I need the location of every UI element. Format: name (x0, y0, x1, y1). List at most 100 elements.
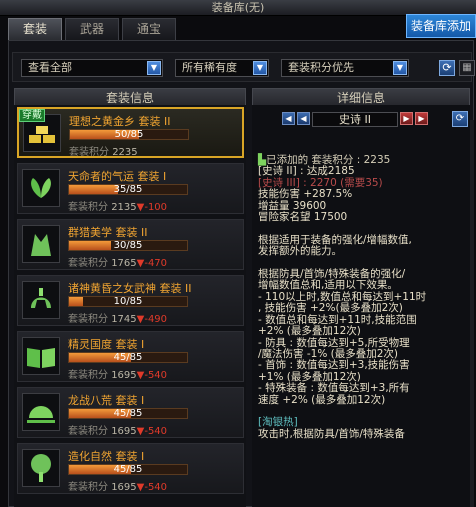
score-label: 套装积分 (68, 370, 108, 381)
set-score: 套装积分 1695▼-540 (68, 478, 167, 493)
tab-coins[interactable]: 通宝 (122, 18, 176, 40)
tier-nav: ◀ ◀ 史诗 II ▶ ▶ ⟳ (252, 110, 470, 128)
score-diff: ▼-540 (136, 370, 168, 381)
filter-row: 查看全部 ▼ 所有稀有度 ▼ 套装积分优先 ▼ ⟳ ▦ (12, 52, 475, 82)
refresh-icon[interactable]: ⟳ (452, 111, 468, 127)
score-value: 1765 (111, 258, 137, 269)
set-score: 套装积分 2135▼-100 (68, 198, 167, 213)
wolf-icon (22, 225, 60, 263)
set-progress-text: 45/85 (113, 352, 143, 363)
set-score: 套装积分 2235 (69, 143, 138, 158)
helmet-icon (22, 281, 60, 319)
score-diff: ▼-100 (136, 202, 168, 213)
detail-line: 速度 +2% (最多叠加12次) (258, 393, 386, 406)
first-tier-icon[interactable]: ◀ (282, 112, 295, 125)
set-row[interactable]: 精灵国度 套装 I 45/85 套装积分 1695▼-540 (17, 331, 244, 382)
tier-label: 史诗 II (312, 112, 398, 127)
set-progress-bar: 35/85 (68, 184, 188, 195)
score-value: 2135 (111, 202, 137, 213)
score-label: 套装积分 (68, 258, 108, 269)
score-value: 1695 (111, 370, 137, 381)
view-filter-label: 查看全部 (28, 61, 72, 74)
detail-line: - 首饰 : 数值每达到+3,技能伤害 (258, 359, 410, 372)
set-progress-bar: 45/85 (68, 464, 188, 475)
set-progress-text: 45/85 (113, 408, 143, 419)
prev-tier-icon[interactable]: ◀ (297, 112, 310, 125)
score-diff: ▼-470 (136, 258, 168, 269)
set-score: 套装积分 1695▼-540 (68, 366, 167, 381)
set-name: 造化自然 套装 I (68, 450, 145, 463)
detail-line: 冒险家名望 17500 (258, 211, 348, 224)
sort-dropdown[interactable]: 套装积分优先 ▼ (281, 59, 409, 77)
rarity-filter-dropdown[interactable]: 所有稀有度 ▼ (175, 59, 269, 77)
book-icon (22, 337, 60, 375)
score-diff: ▼-540 (136, 482, 168, 493)
score-label: 套装积分 (68, 314, 108, 325)
set-name: 精灵国度 套装 I (68, 338, 145, 351)
set-progress-bar: 50/85 (69, 129, 189, 140)
set-progress-bar: 10/85 (68, 296, 188, 307)
score-value: 1695 (111, 482, 137, 493)
chevron-down-icon: ▼ (147, 61, 161, 75)
tab-weapons[interactable]: 武器 (65, 18, 119, 40)
set-name: 天命者的气运 套装 I (68, 170, 167, 183)
set-score: 套装积分 1695▼-540 (68, 422, 167, 437)
sunrise-icon (22, 393, 60, 431)
set-score: 套装积分 1745▼-490 (68, 310, 167, 325)
set-list: 穿戴 理想之黄金乡 套装 II 50/85 套装积分 2235 天命者的气运 套… (14, 105, 246, 507)
detail-line: - 特殊装备 : 数值每达到+3,所有 (258, 382, 410, 395)
score-label: 套装积分 (69, 147, 109, 158)
set-progress-bar: 45/85 (68, 352, 188, 363)
set-row[interactable]: 穿戴 理想之黄金乡 套装 II 50/85 套装积分 2235 (17, 107, 244, 158)
score-value: 1745 (111, 314, 137, 325)
set-name: 理想之黄金乡 套装 II (69, 115, 171, 128)
refresh-icon[interactable]: ⟳ (439, 60, 455, 76)
score-label: 套装积分 (68, 482, 108, 493)
set-row[interactable]: 龙战八荒 套装 I 45/85 套装积分 1695▼-540 (17, 387, 244, 438)
add-to-storage-button[interactable]: 装备库添加 (406, 14, 476, 38)
window-title: 装备库(无) (0, 0, 476, 16)
set-name: 龙战八荒 套装 I (68, 394, 145, 407)
set-progress-text: 10/85 (113, 296, 143, 307)
detail-line: 技能伤害 +287.5% (258, 188, 353, 201)
score-label: 套装积分 (68, 202, 108, 213)
next-tier-icon[interactable]: ▶ (400, 112, 413, 125)
set-progress-bar: 30/85 (68, 240, 188, 251)
settings-icon[interactable]: ▦ (459, 60, 475, 76)
sort-label: 套装积分优先 (288, 61, 354, 74)
set-name: 诸神黄昏之女武神 套装 II (68, 282, 192, 295)
set-row[interactable]: 造化自然 套装 I 45/85 套装积分 1695▼-540 (17, 443, 244, 494)
tree-icon (22, 449, 60, 487)
set-score: 套装积分 1765▼-470 (68, 254, 167, 269)
detail-text: ▙已添加的 套装积分 : 2235 [史诗 II] : 达成2185 [史诗 III… (258, 154, 468, 440)
detail-panel: ◀ ◀ 史诗 II ▶ ▶ ⟳ ▙已添加的 套装积分 : 2235 [史诗 II]… (252, 105, 470, 507)
set-row[interactable]: 诸神黄昏之女武神 套装 II 10/85 套装积分 1745▼-490 (17, 275, 244, 326)
set-progress-text: 35/85 (113, 184, 143, 195)
score-label: 套装积分 (68, 426, 108, 437)
detail-line: +2% (最多叠加12次) (258, 325, 361, 338)
chevron-down-icon: ▼ (393, 61, 407, 75)
chevron-down-icon: ▼ (253, 61, 267, 75)
set-progress-bar: 45/85 (68, 408, 188, 419)
leaf-icon (22, 169, 60, 207)
equipped-badge: 穿戴 (19, 109, 45, 122)
detail-line: 发挥额外的能力。 (258, 245, 342, 258)
set-progress-text: 30/85 (113, 240, 143, 251)
score-diff: ▼-490 (136, 314, 168, 325)
scrollbar[interactable] (470, 120, 474, 507)
set-progress-text: 45/85 (113, 464, 143, 475)
last-tier-icon[interactable]: ▶ (415, 112, 428, 125)
set-row[interactable]: 群猎美学 套装 II 30/85 套装积分 1765▼-470 (17, 219, 244, 270)
set-name: 群猎美学 套装 II (68, 226, 148, 239)
score-diff: ▼-540 (136, 426, 168, 437)
detail-line: 攻击时,根据防具/首饰/特殊装备 (258, 427, 405, 440)
rarity-filter-label: 所有稀有度 (182, 61, 237, 74)
tab-bar: 套装 武器 通宝 (8, 18, 179, 40)
score-value: 2235 (112, 147, 138, 158)
detail-line: , 技能伤害 +2%(最多叠加2次) (258, 302, 403, 315)
set-progress-text: 50/85 (114, 129, 144, 140)
set-row[interactable]: 天命者的气运 套装 I 35/85 套装积分 2135▼-100 (17, 163, 244, 214)
score-value: 1695 (111, 426, 137, 437)
tab-sets[interactable]: 套装 (8, 18, 62, 40)
view-filter-dropdown[interactable]: 查看全部 ▼ (21, 59, 163, 77)
